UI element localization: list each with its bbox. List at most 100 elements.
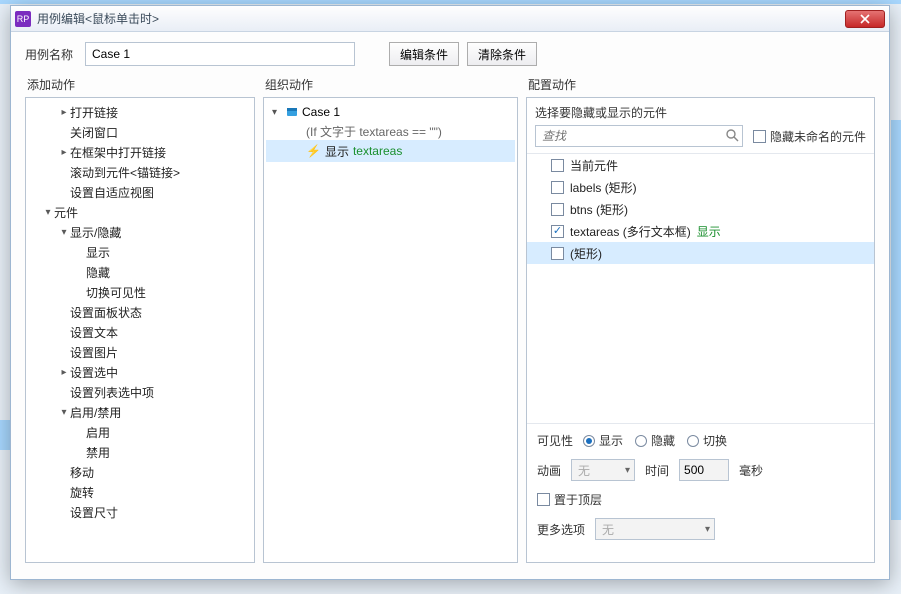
organize-body: ▾ Case 1 (If 文字于 textareas == "") ⚡ 显示 t… [263,97,518,563]
app-icon: RP [15,11,31,27]
action-tree-label: 打开链接 [70,104,118,121]
action-tree-item[interactable]: ▸设置图片 [28,342,252,362]
action-tree-item[interactable]: ▸设置列表选中项 [28,382,252,402]
checkbox-icon [551,159,564,172]
add-action-panel: 添加动作 ▸打开链接▸关闭窗口▸在框架中打开链接▸滚动到元件<锚链接>▸设置自适… [25,72,255,563]
widget-list[interactable]: 当前元件 labels (矩形) btns (矩形) textareas (多行文本框… [527,154,874,424]
widget-item-label: (矩形) [570,245,602,262]
actions-tree[interactable]: ▸打开链接▸关闭窗口▸在框架中打开链接▸滚动到元件<锚链接>▸设置自适应视图▾元… [25,97,255,563]
action-tree-item[interactable]: ▸设置面板状态 [28,302,252,322]
bolt-icon: ⚡ [306,144,321,158]
org-case-name: Case 1 [302,105,340,119]
visibility-radio-切换[interactable]: 切换 [687,432,727,449]
organize-header: 组织动作 [263,72,518,97]
bring-to-front-label: 置于顶层 [554,491,602,508]
action-tree-label: 设置选中 [70,364,118,381]
radio-icon [635,435,647,447]
config-panel: 配置动作 选择要隐藏或显示的元件 隐藏未命名的元件 [526,72,875,563]
time-input[interactable] [679,459,729,481]
caret-right-icon: ▸ [58,147,70,158]
caret-right-icon: ▸ [58,107,70,118]
visibility-row: 可见性 显示 隐藏 切换 [537,432,864,449]
panels-row: 添加动作 ▸打开链接▸关闭窗口▸在框架中打开链接▸滚动到元件<锚链接>▸设置自适… [11,72,889,575]
more-options-select[interactable]: 无 [595,518,715,540]
action-tree-label: 关闭窗口 [70,124,118,141]
action-tree-item[interactable]: ▸在框架中打开链接 [28,142,252,162]
caret-down-icon: ▾ [272,107,282,118]
action-tree-item[interactable]: ▸设置选中 [28,362,252,382]
checkbox-icon [551,181,564,194]
action-tree-label: 设置图片 [70,344,118,361]
action-tree-item[interactable]: ▸显示 [28,242,252,262]
checkbox-icon [551,247,564,260]
action-tree-label: 旋转 [70,484,94,501]
action-tree-item[interactable]: ▸切换可见性 [28,282,252,302]
action-tree-item[interactable]: ▸设置自适应视图 [28,182,252,202]
widget-list-item[interactable]: labels (矩形) [527,176,874,198]
case-name-input[interactable] [85,42,355,66]
org-action-target: textareas [353,144,402,158]
search-input[interactable] [535,125,743,147]
action-tree-item[interactable]: ▸启用 [28,422,252,442]
action-tree-item[interactable]: ▸旋转 [28,482,252,502]
visibility-option-label: 隐藏 [651,432,675,449]
clear-condition-button[interactable]: 清除条件 [467,42,537,66]
case-editor-dialog: RP 用例编辑<鼠标单击时> 用例名称 编辑条件 清除条件 添加动作 ▸打开链接… [10,5,890,580]
action-tree-label: 启用/禁用 [70,404,121,421]
widget-list-item[interactable]: (矩形) [527,242,874,264]
dialog-titlebar: RP 用例编辑<鼠标单击时> [11,6,889,32]
action-tree-item[interactable]: ▸滚动到元件<锚链接> [28,162,252,182]
action-tree-label: 设置尺寸 [70,504,118,521]
action-tree-label: 显示 [86,244,110,261]
widget-list-item[interactable]: btns (矩形) [527,198,874,220]
search-icon [725,128,739,142]
widget-list-item[interactable]: textareas (多行文本框) 显示 [527,220,874,242]
case-icon [286,106,298,118]
action-tree-item[interactable]: ▸设置文本 [28,322,252,342]
action-tree-label: 设置列表选中项 [70,384,154,401]
animation-select[interactable]: 无 [571,459,635,481]
add-action-header: 添加动作 [25,72,255,97]
action-tree-label: 启用 [86,424,110,441]
action-tree-item[interactable]: ▸隐藏 [28,262,252,282]
top-bar: 用例名称 编辑条件 清除条件 [11,32,889,72]
config-subtitle: 选择要隐藏或显示的元件 [527,98,874,125]
action-tree-label: 设置面板状态 [70,304,142,321]
org-action-row[interactable]: ⚡ 显示 textareas [266,140,515,162]
close-button[interactable] [845,10,885,28]
close-icon [860,14,870,24]
org-condition-text: (If 文字于 textareas == "") [266,122,515,140]
checkbox-icon [551,203,564,216]
widget-item-label: textareas (多行文本框) [570,223,691,240]
checkbox-icon [537,493,550,506]
action-tree-item[interactable]: ▾元件 [28,202,252,222]
edit-condition-button[interactable]: 编辑条件 [389,42,459,66]
action-tree-label: 禁用 [86,444,110,461]
visibility-option-label: 切换 [703,432,727,449]
more-options-row: 更多选项 无 [537,518,864,540]
caret-right-icon: ▸ [58,367,70,378]
widget-item-label: btns (矩形) [570,201,628,218]
org-action-label: 显示 [325,143,349,160]
visibility-label: 可见性 [537,432,573,449]
action-tree-item[interactable]: ▸设置尺寸 [28,502,252,522]
action-tree-item[interactable]: ▸禁用 [28,442,252,462]
radio-icon [687,435,699,447]
action-tree-label: 元件 [54,204,78,221]
caret-down-icon: ▾ [42,207,54,218]
org-case-row[interactable]: ▾ Case 1 [266,102,515,122]
action-tree-item[interactable]: ▾启用/禁用 [28,402,252,422]
widget-list-item[interactable]: 当前元件 [527,154,874,176]
action-tree-item[interactable]: ▸关闭窗口 [28,122,252,142]
visibility-radio-隐藏[interactable]: 隐藏 [635,432,675,449]
checkbox-icon [753,130,766,143]
visibility-radio-显示[interactable]: 显示 [583,432,623,449]
hide-unnamed-toggle[interactable]: 隐藏未命名的元件 [753,128,866,145]
bring-to-front-toggle[interactable]: 置于顶层 [537,491,602,508]
animation-row: 动画 无 时间 毫秒 [537,459,864,481]
widget-item-state: 显示 [697,223,721,240]
action-tree-item[interactable]: ▾显示/隐藏 [28,222,252,242]
action-tree-item[interactable]: ▸移动 [28,462,252,482]
widget-item-label: 当前元件 [570,157,618,174]
action-tree-item[interactable]: ▸打开链接 [28,102,252,122]
